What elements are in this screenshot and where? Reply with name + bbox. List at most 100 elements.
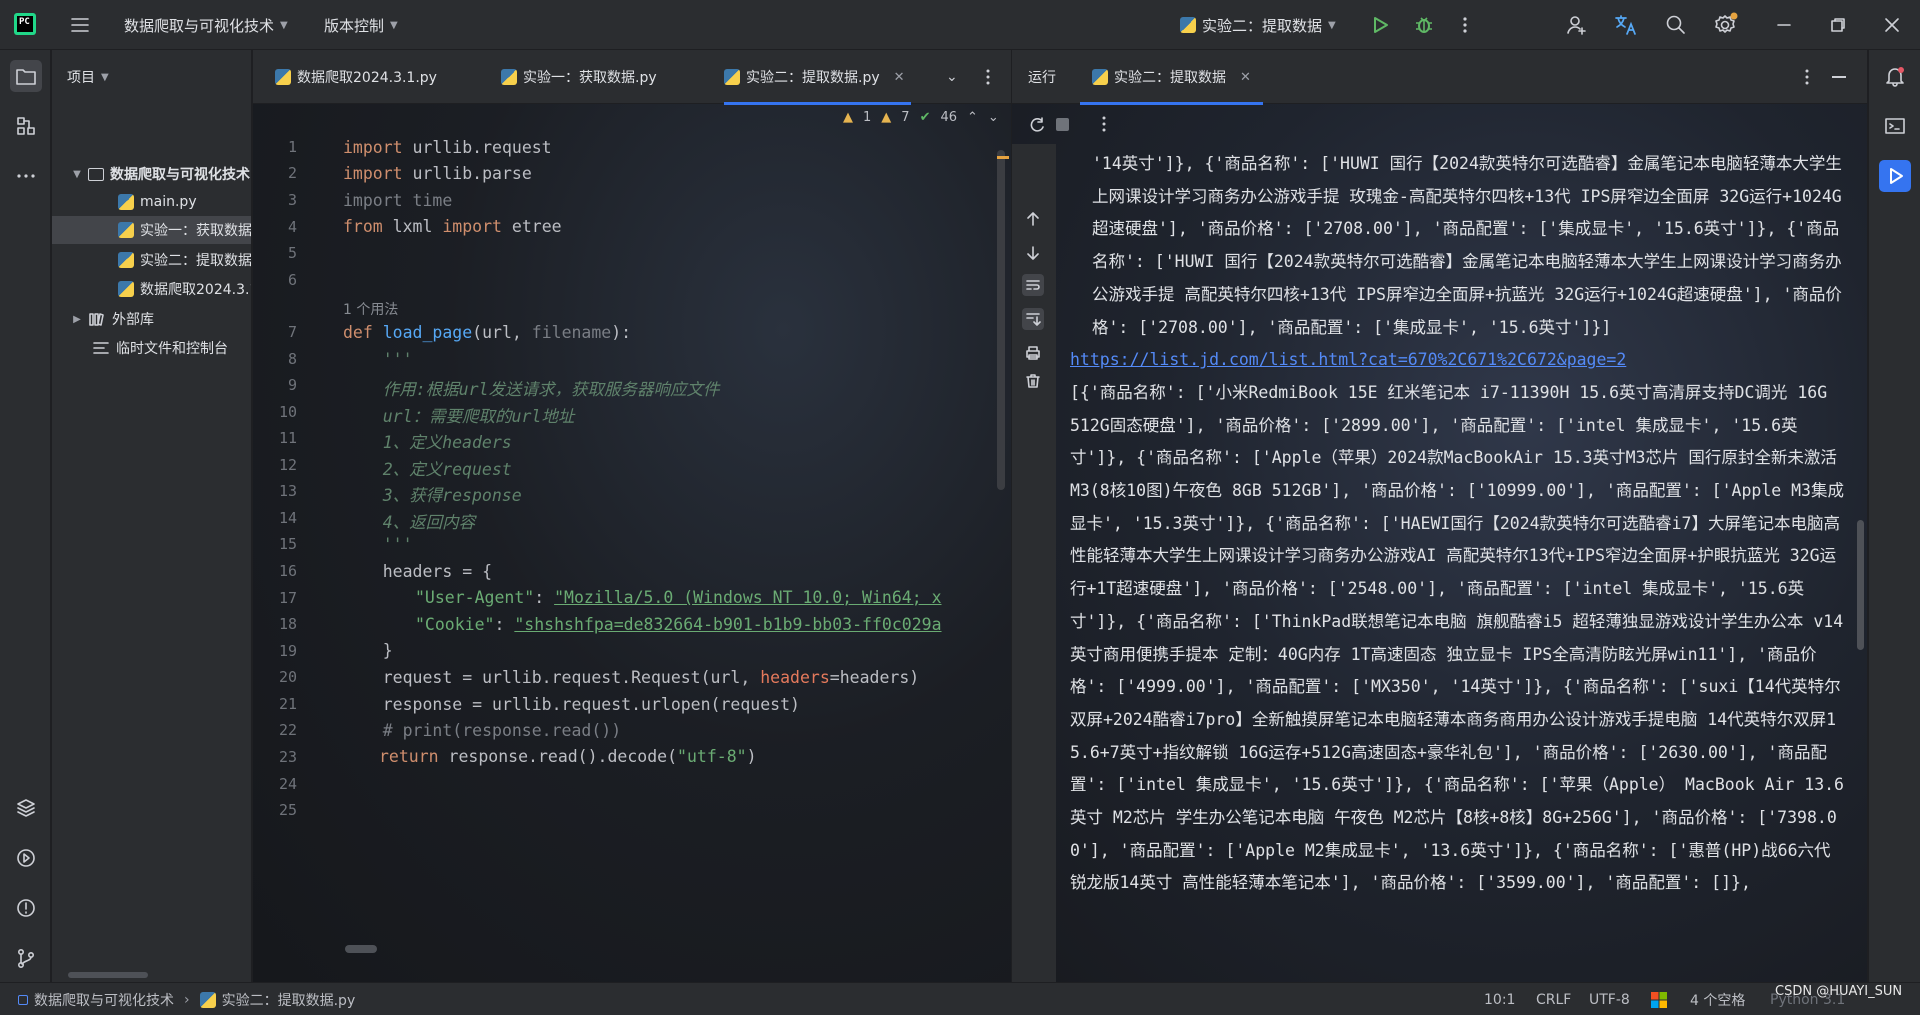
caret-position[interactable]: 10:1	[1484, 983, 1515, 1015]
hide-panel-icon[interactable]	[1832, 76, 1846, 78]
project-panel-title: 项目	[67, 70, 95, 86]
run-config-selector[interactable]: 实验二：提取数据 ▼	[1180, 0, 1336, 50]
tree-file-exp1[interactable]: 实验一：获取数据.py	[52, 216, 252, 244]
rerun-icon[interactable]	[1028, 116, 1046, 134]
typo-count: 46	[940, 110, 958, 125]
tree-file-label: 实验一：获取数据.py	[140, 223, 252, 239]
close-tab-icon[interactable]: ✕	[894, 70, 905, 85]
string: "utf-8"	[677, 747, 747, 766]
project-switcher[interactable]: 数据爬取与可视化技术 ▼	[124, 0, 288, 50]
notifications-button[interactable]	[1879, 60, 1911, 92]
prev-problem-icon[interactable]: ⌃	[967, 110, 978, 125]
python-packages-button[interactable]	[10, 792, 42, 824]
close-window-button[interactable]	[1884, 0, 1900, 50]
minimize-icon	[1777, 24, 1791, 26]
console-output[interactable]: '14英寸']}, {'商品名称': ['HUWI 国行【2024款英特尔可选酷…	[1070, 148, 1845, 900]
run-options-button[interactable]	[1802, 67, 1812, 87]
scroll-down-button[interactable]	[1022, 242, 1044, 264]
tree-file-crawl[interactable]: 数据爬取2024.3.1.py	[52, 275, 251, 303]
editor-tab[interactable]: 实验一：获取数据.py	[501, 50, 657, 104]
tab-more-button[interactable]	[983, 50, 993, 104]
indent-setting[interactable]: 4 个空格	[1690, 983, 1745, 1015]
tree-file-exp2[interactable]: 实验二：提取数据.py	[52, 246, 252, 274]
warning-stripe-marker[interactable]	[997, 156, 1009, 159]
code-line: response = urllib.request.urlopen(reques…	[343, 695, 800, 714]
more-tools-button[interactable]	[10, 160, 42, 192]
line-number: 9	[287, 376, 297, 394]
code-line: import time	[343, 191, 453, 210]
editor-vertical-scrollbar[interactable]	[997, 150, 1005, 490]
soft-wrap-toggle[interactable]	[1022, 274, 1044, 296]
clear-all-button[interactable]	[1022, 370, 1044, 392]
editor-tab[interactable]: 数据爬取2024.3.1.py	[275, 50, 437, 104]
watermark: CSDN @HUAYI_SUN	[1775, 984, 1903, 999]
project-panel-header[interactable]: 项目 ▼	[52, 50, 251, 104]
code-text: etree	[501, 217, 562, 236]
code-text: ):	[611, 323, 632, 342]
next-problem-icon[interactable]: ⌄	[988, 110, 999, 125]
file-encoding[interactable]: UTF-8	[1589, 983, 1630, 1015]
tree-file-label: 实验二：提取数据.py	[140, 253, 252, 269]
line-number: 13	[278, 482, 297, 500]
run-button[interactable]	[1370, 0, 1390, 50]
more-actions-button[interactable]	[1458, 0, 1472, 50]
tree-file-main[interactable]: main.py	[52, 188, 251, 216]
run-tool-button[interactable]	[1879, 160, 1911, 192]
tree-external-libs[interactable]: ▶ 外部库	[52, 305, 251, 333]
settings-button[interactable]	[1713, 0, 1739, 50]
main-menu-button[interactable]	[68, 0, 92, 50]
more-vertical-icon[interactable]	[1100, 114, 1108, 134]
services-button[interactable]	[10, 842, 42, 874]
git-button[interactable]	[10, 942, 42, 974]
usages-hint[interactable]: 1 个用法	[343, 299, 398, 319]
breadcrumb-project[interactable]: 数据爬取与可视化技术	[34, 990, 174, 1010]
typo-icon: ✔	[919, 110, 931, 125]
keyword: import	[343, 138, 403, 157]
run-panel-header: 运行 实验二：提取数据 ✕	[1012, 50, 1867, 105]
code-line: from lxml import etree	[343, 217, 562, 236]
git-branch-icon	[17, 948, 35, 969]
keyword: from	[343, 217, 383, 236]
more-vertical-icon	[986, 69, 990, 85]
tree-root[interactable]: ▼ 数据爬取与可视化技术	[52, 160, 251, 188]
restore-button[interactable]	[1830, 0, 1846, 50]
inspection-widget[interactable]: ▲ 1 ▲ 7 ✔ 46 ⌃ ⌄	[843, 110, 999, 125]
string: "Cookie"	[415, 615, 495, 634]
console-link[interactable]: https://list.jd.com/list.html?cat=670%2C…	[1070, 350, 1626, 369]
translate-button[interactable]	[1613, 0, 1639, 50]
docstring-line: '''	[343, 350, 413, 369]
tree-scratches[interactable]: 临时文件和控制台	[52, 334, 251, 362]
line-number: 25	[278, 801, 297, 819]
vcs-menu[interactable]: 版本控制 ▼	[324, 0, 398, 50]
stop-icon[interactable]	[1056, 118, 1069, 131]
tab-list-button[interactable]: ⌄	[946, 50, 958, 104]
console-output-block: '14英寸']}, {'商品名称': ['HUWI 国行【2024款英特尔可选酷…	[1092, 154, 1842, 337]
debug-button[interactable]	[1413, 0, 1435, 50]
scroll-up-button[interactable]	[1022, 208, 1044, 230]
minimize-button[interactable]	[1776, 0, 1792, 50]
editor-tab-active[interactable]: 实验二：提取数据.py ✕	[724, 50, 911, 105]
close-icon	[1885, 18, 1899, 32]
console-scrollbar[interactable]	[1857, 520, 1864, 650]
close-tab-icon[interactable]: ✕	[1240, 70, 1251, 85]
status-bar: 数据爬取与可视化技术 › 实验二：提取数据.py 10:1 CRLF UTF-8…	[0, 982, 1920, 1015]
pycharm-logo[interactable]: PC	[14, 13, 36, 35]
search-button[interactable]	[1664, 0, 1688, 50]
editor-horizontal-scrollbar[interactable]	[345, 945, 377, 953]
console-url-line: https://list.jd.com/list.html?cat=670%2C…	[1070, 344, 1845, 377]
line-separator[interactable]: CRLF	[1536, 983, 1571, 1015]
line-number: 6	[287, 271, 297, 289]
add-user-icon	[1567, 16, 1586, 35]
scroll-to-end-toggle[interactable]	[1022, 308, 1044, 330]
project-tool-button[interactable]	[10, 60, 42, 92]
line-number: 17	[278, 589, 297, 607]
code-with-me-button[interactable]	[1565, 0, 1589, 50]
horizontal-scrollbar[interactable]	[68, 972, 148, 978]
structure-tool-button[interactable]	[10, 110, 42, 142]
python-console-button[interactable]	[1879, 110, 1911, 142]
print-button[interactable]	[1022, 342, 1044, 364]
problems-button[interactable]	[10, 892, 42, 924]
chevron-down-icon: ⌄	[946, 69, 958, 85]
breadcrumb-file[interactable]: 实验二：提取数据.py	[222, 990, 356, 1010]
run-tab[interactable]: 实验二：提取数据 ✕	[1080, 50, 1263, 105]
